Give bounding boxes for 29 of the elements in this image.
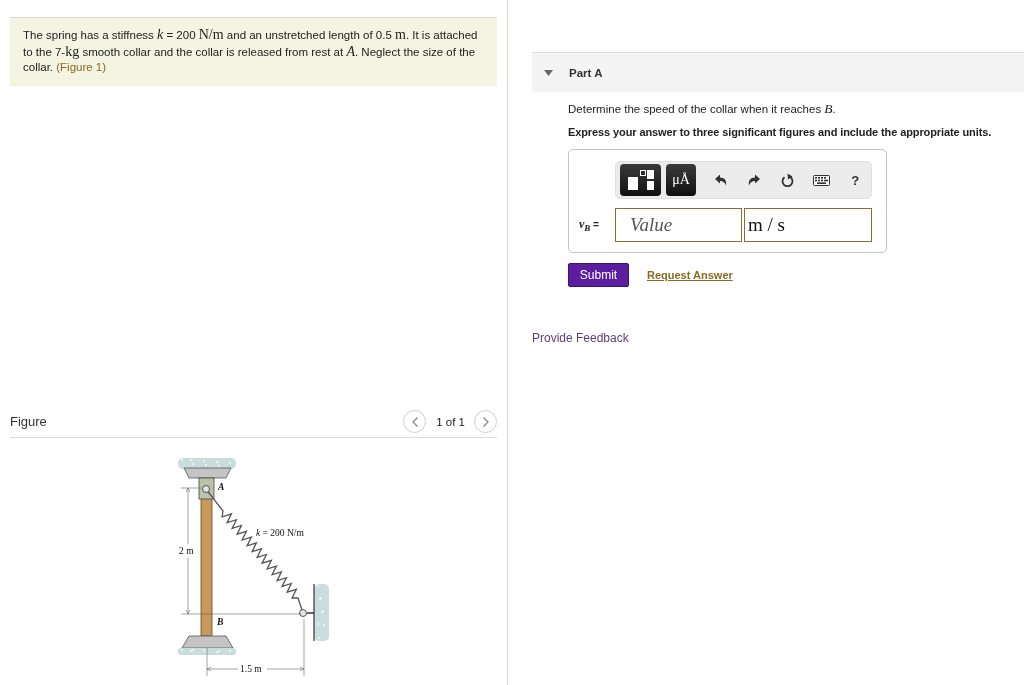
dimension-label: 1.5 m xyxy=(240,663,262,674)
problem-text: The spring has a stiffness k = 200 N/m and an unstretched length of 0.5 m. It is attached to the 7-kg smooth collar and the collar is released from rest at A. Neglect the size of the collar. (Figure 1) xyxy=(23,27,479,75)
reset-icon xyxy=(781,172,795,188)
units-button[interactable]: μÅ xyxy=(666,164,696,196)
chevron-right-icon xyxy=(482,416,489,427)
undo-icon xyxy=(714,174,727,186)
part-header[interactable]: Part A xyxy=(532,52,1024,92)
templates-button[interactable] xyxy=(620,164,662,196)
feedback-link[interactable]: Provide Feedback xyxy=(532,331,629,345)
chevron-left-icon xyxy=(411,416,418,427)
figure-link[interactable]: (Figure 1) xyxy=(56,61,107,73)
submit-button[interactable]: Submit xyxy=(568,263,629,287)
redo-icon xyxy=(748,174,761,186)
keyboard-icon xyxy=(813,174,831,186)
part-title: Part A xyxy=(569,66,603,79)
spring-label: k = 200 N/m xyxy=(256,527,304,538)
value-input[interactable]: Value xyxy=(615,208,742,242)
answer-label: v$_{B}$ = xyxy=(579,217,600,233)
figure-title: Figure xyxy=(10,414,47,429)
dimension-label: 2 m xyxy=(179,545,194,556)
help-button[interactable]: ? xyxy=(843,168,867,192)
units-input[interactable]: m / s xyxy=(744,208,872,242)
template-icon xyxy=(627,170,654,190)
question-text: Determine the speed of the collar when it reaches B. xyxy=(568,101,837,117)
page-counter: 1 of 1 xyxy=(436,415,465,428)
point-label: A xyxy=(218,481,225,492)
request-answer-link[interactable]: Request Answer xyxy=(647,269,733,281)
instruction-text: Express your answer to three significant figures and include the appropriate units. xyxy=(568,125,993,140)
point-label: B xyxy=(217,616,224,627)
